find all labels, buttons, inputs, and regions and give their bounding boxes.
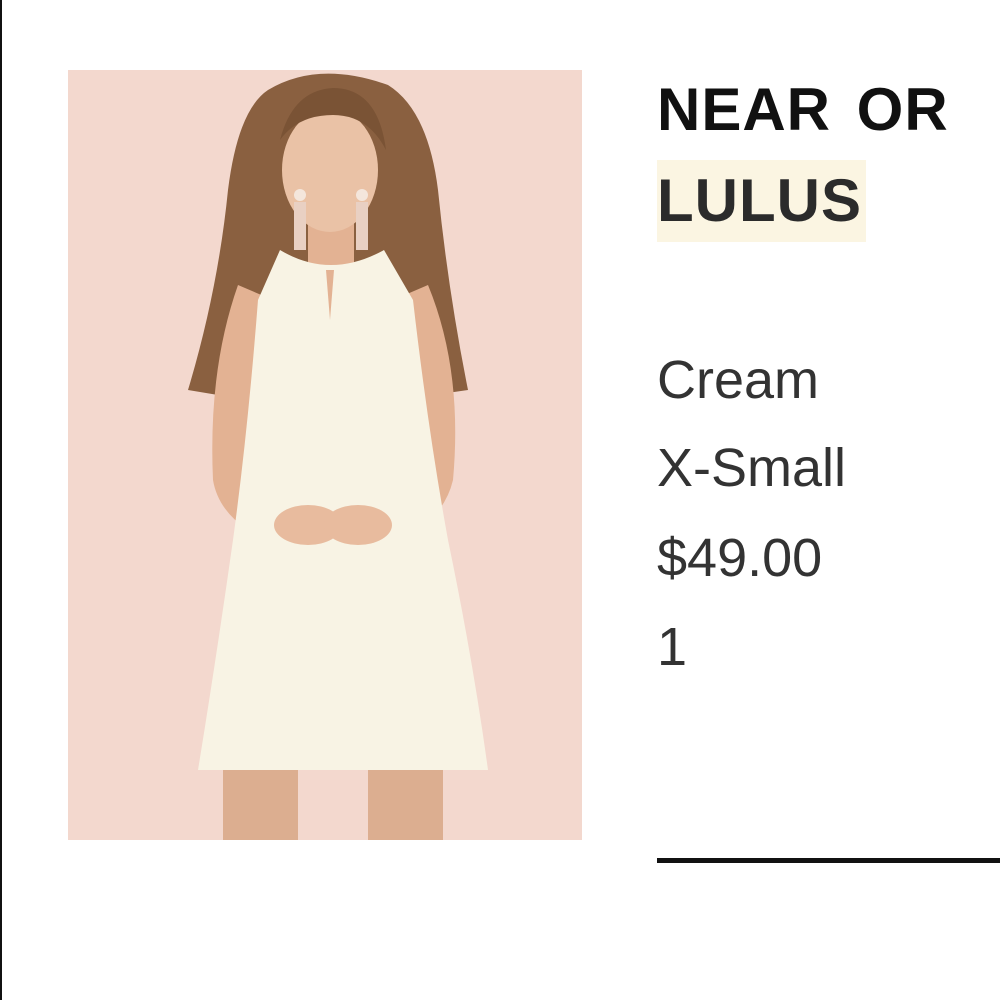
product-card: NEAR OR LULUS Cream X-Small $49.00 1	[0, 0, 1000, 1000]
left-border	[0, 0, 2, 1000]
product-image[interactable]	[68, 70, 582, 840]
product-title-line-1: NEAR OR	[657, 76, 949, 143]
product-price: $49.00	[657, 528, 823, 588]
divider	[657, 858, 1000, 863]
brand-name: LULUS	[657, 160, 866, 242]
product-size: X-Small	[657, 438, 847, 498]
product-quantity: 1	[657, 617, 688, 677]
product-color: Cream	[657, 350, 820, 410]
dress-photo	[68, 70, 582, 840]
